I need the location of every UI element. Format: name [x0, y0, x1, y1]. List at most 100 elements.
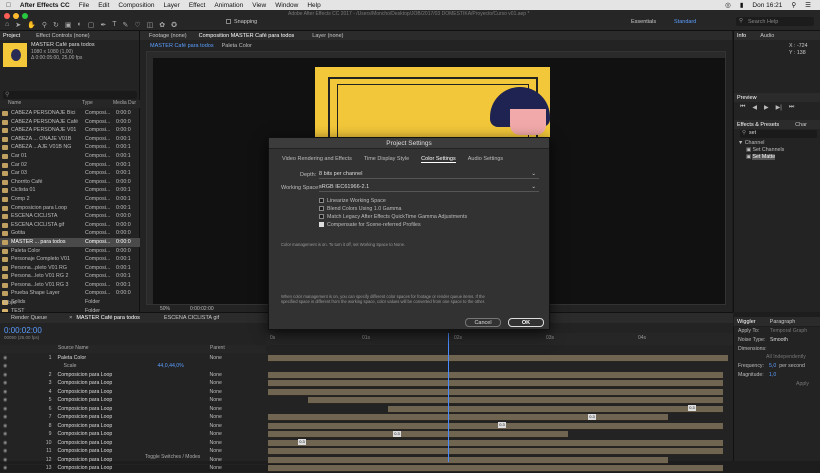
project-item[interactable]: Paleta ColorComposi...0:00:0 [0, 247, 140, 256]
layer-bar[interactable] [268, 431, 568, 438]
close-dot[interactable] [4, 13, 10, 19]
project-item[interactable]: CABEZA PERSONAJE BiciComposi...0:00:0 [0, 109, 140, 118]
layer-bar[interactable] [268, 355, 728, 362]
apply-button[interactable]: Apply [734, 380, 820, 389]
layer-row[interactable]: ◉5Composicion para LoopNone [0, 397, 266, 406]
layer-parent[interactable]: None [210, 431, 222, 437]
workspace-standard[interactable]: Standard [674, 19, 696, 25]
tree-channel[interactable]: ▼ Channel [738, 140, 784, 147]
col-media-dur[interactable]: Media Dur [113, 100, 136, 108]
time-remap-marker[interactable]: 0.3 [298, 439, 306, 445]
subtab-master[interactable]: MASTER Café para todos [150, 43, 214, 49]
menu-layer[interactable]: Layer [164, 2, 180, 9]
project-item[interactable]: Car 01Composi...0:00:1 [0, 152, 140, 161]
magnitude-value[interactable]: 1,0 [769, 371, 776, 380]
project-item[interactable]: Chorrito CaféComposi...0:00:0 [0, 178, 140, 187]
battery-icon[interactable]: ▮ [740, 1, 744, 9]
tab-paragraph[interactable]: Paragraph [770, 319, 796, 325]
playhead[interactable] [448, 333, 449, 462]
roto-tool-icon[interactable]: ✿ [159, 21, 165, 29]
project-item[interactable]: ESCENA CICLISTA gifComposi...0:00:0 [0, 221, 140, 230]
minimize-dot[interactable] [13, 13, 19, 19]
selection-tool-icon[interactable]: ➤ [15, 21, 21, 29]
color-checkbox[interactable]: Linearize Working Space [319, 197, 467, 205]
project-item[interactable]: Persona...leto V01 RG 3Composi...0:00:1 [0, 281, 140, 290]
col-name[interactable]: Name [8, 100, 82, 108]
rectangle-tool-icon[interactable]: ▢ [88, 21, 95, 29]
app-name[interactable]: After Effects CC [20, 2, 70, 9]
layer-bar[interactable] [388, 406, 723, 413]
pen-tool-icon[interactable]: ✒ [100, 21, 106, 29]
layer-value[interactable]: 44,0,44,0% [158, 363, 210, 369]
hand-tool-icon[interactable]: ✋ [27, 21, 36, 29]
snapping[interactable]: Snapping [226, 19, 257, 25]
layer-row[interactable]: ◉1Paleta ColorNone [0, 354, 266, 363]
layer-parent[interactable]: None [210, 355, 222, 361]
visibility-icon[interactable]: ◉ [3, 372, 8, 378]
puppet-tool-icon[interactable]: ✪ [171, 21, 177, 29]
rotate-tool-icon[interactable]: ↻ [53, 21, 59, 29]
notification-icon[interactable]: ☰ [805, 1, 811, 9]
layer-parent[interactable]: None [210, 397, 222, 403]
menu-composition[interactable]: Composition [118, 2, 154, 9]
time-remap-marker[interactable]: 0.3 [588, 414, 596, 420]
layer-bar[interactable] [268, 440, 723, 447]
layer-bar[interactable] [268, 423, 723, 430]
layer-bar[interactable] [268, 389, 723, 396]
working-space-select[interactable]: sRGB IEC61966-2.1 ⌄ [319, 184, 539, 192]
project-item[interactable]: Car 02Composi...0:00:1 [0, 161, 140, 170]
layer-row[interactable]: ◉Scale44,0,44,0% [0, 363, 266, 372]
noise-type-value[interactable]: Smooth [770, 336, 788, 345]
zoom-tool-icon[interactable]: ⚲ [42, 21, 47, 29]
camera-tool-icon[interactable]: ▣ [65, 21, 72, 29]
col-source-name[interactable]: Source Name [58, 345, 210, 353]
first-frame-icon[interactable]: ⏮ [740, 104, 745, 111]
col-parent[interactable]: Parent [210, 345, 225, 353]
color-checkbox[interactable]: Compensate for Scene-referred Profiles [319, 221, 467, 229]
search-help-input[interactable]: ⚲ Search Help [736, 17, 814, 26]
dimensions-value[interactable]: All Independently [734, 353, 820, 362]
layer-parent[interactable]: None [210, 414, 222, 420]
time-remap-marker[interactable]: 0.3 [498, 422, 506, 428]
layer-parent[interactable]: None [210, 423, 222, 429]
menu-view[interactable]: View [252, 2, 266, 9]
play-icon[interactable]: ▶ [764, 104, 769, 111]
layer-bar[interactable] [308, 397, 723, 404]
tab-color-settings[interactable]: Color Settings [421, 156, 456, 163]
project-item[interactable]: CABEZA PERSONAJE V01Composi...0:00:0 [0, 126, 140, 135]
clock[interactable]: Don 16:21 [752, 2, 782, 9]
visibility-icon[interactable]: ◉ [3, 465, 8, 471]
tab-time-display[interactable]: Time Display Style [364, 156, 409, 163]
visibility-icon[interactable]: ◉ [3, 431, 8, 437]
type-tool-icon[interactable]: T [112, 21, 116, 29]
project-item[interactable]: CABEZA ...AJE V01B NGComposi...0:00:1 [0, 143, 140, 152]
tab-character[interactable]: Char [795, 122, 807, 128]
menu-edit[interactable]: Edit [98, 2, 109, 9]
zoom-value[interactable]: 50% [160, 306, 170, 312]
layer-row[interactable]: ◉7Composicion para LoopNone [0, 414, 266, 423]
layer-row[interactable]: ◉9Composicion para LoopNone [0, 431, 266, 440]
layer-row[interactable]: ◉10Composicion para LoopNone [0, 439, 266, 448]
close-icon[interactable]: × [69, 315, 72, 321]
project-item[interactable]: Personaje Completo V01Composi...0:00:1 [0, 255, 140, 264]
bpc-indicator[interactable]: 8 bpc [4, 300, 16, 306]
layer-parent[interactable]: None [210, 389, 222, 395]
visibility-icon[interactable]: ◉ [3, 440, 8, 446]
last-frame-icon[interactable]: ⏭ [789, 104, 794, 111]
color-checkbox[interactable]: Blend Colors Using 1.0 Gamma [319, 205, 467, 213]
tree-set-matte[interactable]: ▣ Set Matte [738, 154, 784, 161]
project-item[interactable]: MASTER ... para todosComposi...0:00:0 [0, 238, 140, 247]
cancel-button[interactable]: Cancel [465, 318, 501, 327]
visibility-icon[interactable]: ◉ [3, 414, 8, 420]
apple-icon[interactable]:  [6, 2, 11, 9]
ok-button[interactable]: OK [508, 318, 544, 327]
color-checkbox[interactable]: Match Legacy After Effects QuickTime Gam… [319, 213, 467, 221]
layer-parent[interactable]: None [210, 372, 222, 378]
layer-parent[interactable]: None [210, 380, 222, 386]
tab-layer[interactable]: Layer (none) [312, 33, 343, 39]
spotlight-icon[interactable]: ⚲ [791, 1, 796, 9]
project-item[interactable]: GotitaComposi...0:00:0 [0, 229, 140, 238]
project-item[interactable]: ESCENA CICLISTAComposi...0:00:0 [0, 212, 140, 221]
menu-animation[interactable]: Animation [214, 2, 243, 9]
visibility-icon[interactable]: ◉ [3, 406, 8, 412]
